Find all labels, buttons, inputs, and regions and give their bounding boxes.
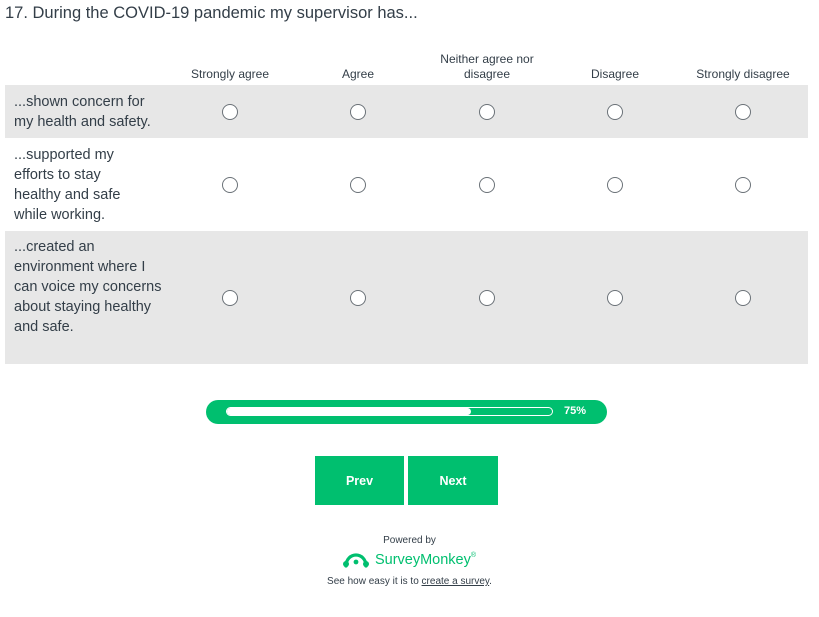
col-header-disagree: Disagree: [590, 67, 640, 81]
row-label-environment: ...created an environment where I can vo…: [14, 239, 162, 335]
matrix-row-concern: ...shown concern for my health and safet…: [5, 85, 808, 138]
radio-supported-neither[interactable]: [479, 177, 495, 193]
powered-by-text: Powered by: [383, 535, 436, 546]
col-header-agree: Agree: [341, 67, 375, 81]
row-label-supported: ...supported my efforts to stay healthy …: [14, 147, 121, 223]
surveymonkey-logo[interactable]: SurveyMonkey®: [0, 552, 819, 568]
next-button[interactable]: Next: [408, 456, 498, 505]
progress-track: [226, 407, 553, 416]
radio-supported-strongly-disagree[interactable]: [735, 177, 751, 193]
radio-environment-neither[interactable]: [479, 290, 495, 306]
brand-name: SurveyMonkey®: [374, 552, 477, 568]
radio-supported-agree[interactable]: [350, 177, 366, 193]
progress-label: 75%: [564, 405, 587, 417]
tagline-prefix: See how easy it is to: [327, 576, 422, 587]
question-title: 17. During the COVID-19 pandemic my supe…: [5, 4, 418, 22]
create-survey-link[interactable]: create a survey: [422, 576, 490, 587]
col-header-neither: Neither agree nor disagree: [440, 52, 534, 81]
row-label-concern: ...shown concern for my health and safet…: [14, 94, 151, 130]
radio-concern-neither[interactable]: [479, 104, 495, 120]
radio-concern-strongly-agree[interactable]: [222, 104, 238, 120]
col-header-strongly-agree: Strongly agree: [190, 67, 270, 81]
radio-environment-agree[interactable]: [350, 290, 366, 306]
matrix-header-row: Strongly agree Agree Neither agree nor d…: [5, 50, 808, 85]
radio-environment-disagree[interactable]: [607, 290, 623, 306]
tagline: See how easy it is to create a survey.: [0, 576, 819, 587]
radio-concern-strongly-disagree[interactable]: [735, 104, 751, 120]
progress-bar: 75%: [206, 400, 607, 424]
radio-supported-strongly-agree[interactable]: [222, 177, 238, 193]
radio-concern-agree[interactable]: [350, 104, 366, 120]
radio-environment-strongly-disagree[interactable]: [735, 290, 751, 306]
progress-fill: [227, 408, 471, 415]
matrix-row-supported: ...supported my efforts to stay healthy …: [5, 138, 808, 231]
radio-environment-strongly-agree[interactable]: [222, 290, 238, 306]
matrix-question: Strongly agree Agree Neither agree nor d…: [5, 50, 808, 364]
radio-supported-disagree[interactable]: [607, 177, 623, 193]
surveymonkey-logo-icon: [342, 553, 369, 568]
radio-concern-disagree[interactable]: [607, 104, 623, 120]
col-header-strongly-disagree: Strongly disagree: [696, 67, 790, 81]
matrix-row-environment: ...created an environment where I can vo…: [5, 231, 808, 364]
prev-button[interactable]: Prev: [315, 456, 404, 505]
tagline-suffix: .: [489, 576, 492, 587]
